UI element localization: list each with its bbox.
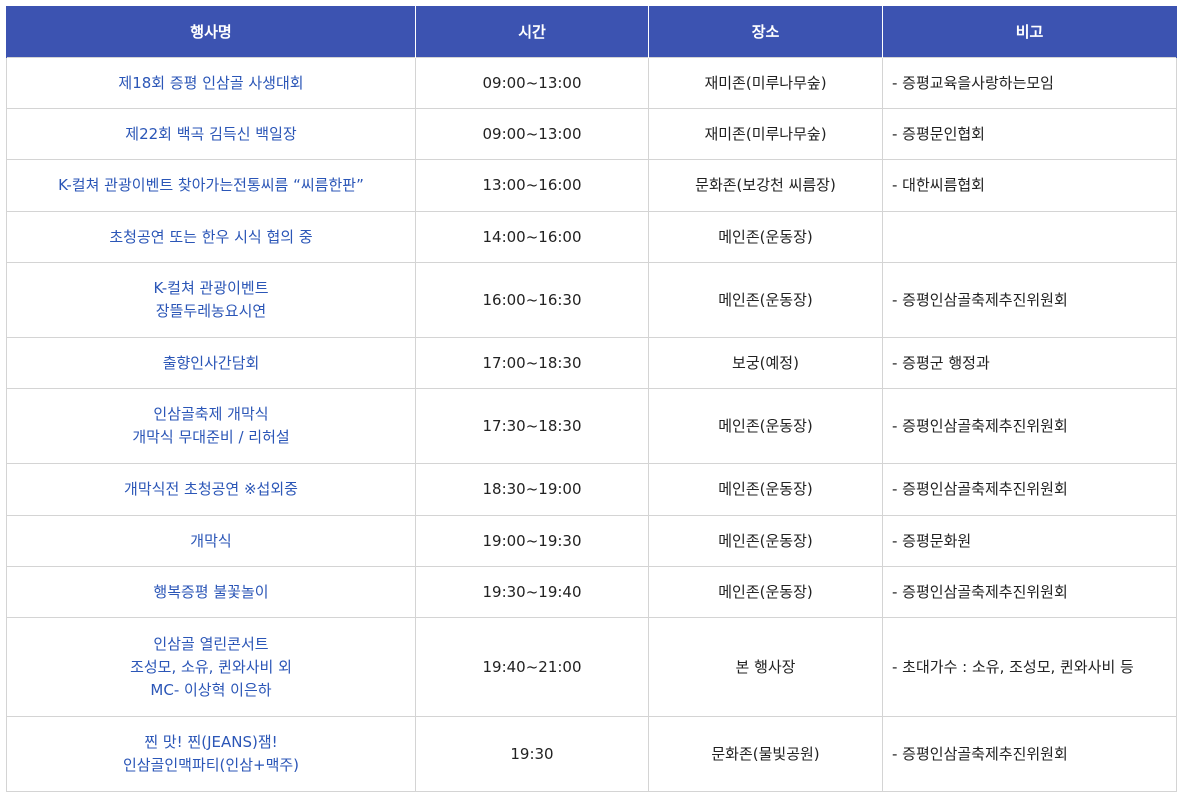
time-cell: 18:30~19:00 — [415, 463, 649, 516]
note-cell: - 증평문인협회 — [882, 108, 1177, 160]
event-name-line: 인삼골 열린콘서트 — [153, 634, 269, 653]
time-cell: 09:00~13:00 — [415, 57, 649, 109]
time-cell: 13:00~16:00 — [415, 159, 649, 212]
event-name-cell: K-컬쳐 관광이벤트 찾아가는전통씨름 “씨름한판” — [6, 159, 416, 212]
event-name-line: 제22회 백곡 김득신 백일장 — [125, 124, 297, 143]
table-row: K-컬쳐 관광이벤트 찾아가는전통씨름 “씨름한판” 13:00~16:00 문화존… — [6, 159, 1177, 212]
event-name-line: K-컬쳐 관광이벤트 — [153, 279, 269, 297]
time-cell: 19:40~21:00 — [415, 617, 649, 717]
place-cell: 메인존(운동장) — [648, 566, 883, 618]
event-name-cell: K-컬쳐 관광이벤트장뜰두레농요시연 — [6, 262, 416, 338]
event-name-line: 개막식 — [190, 531, 232, 550]
place-cell: 문화존(물빛공원) — [648, 716, 883, 792]
note-cell: - 증평교육을사랑하는모임 — [882, 57, 1177, 109]
event-name-line: 인삼골인맥파티(인삼+맥주) — [122, 756, 300, 774]
place-cell: 메인존(운동장) — [648, 211, 883, 263]
header-time: 시간 — [415, 6, 649, 58]
event-name-line: 찐 맛! 찐(JEANS)잼! — [144, 733, 278, 751]
table-row: 인삼골축제 개막식 개막식 무대준비 / 리허설 17:30~18:30 메인존(운동… — [6, 388, 1177, 464]
table-row: 개막식전 초청공연 ※섭외중 18:30~19:00 메인존(운동장) - 증평인삼골… — [6, 463, 1177, 516]
header-note: 비고 — [882, 6, 1177, 58]
event-name-cell: 행복증평 불꽃놀이 — [6, 566, 416, 618]
event-name-line: 조성모, 소유, 퀸와사비 외 — [130, 657, 292, 676]
table-row: 인삼골 열린콘서트조성모, 소유, 퀸와사비 외 MC- 이상혁 이은하 19:40… — [6, 617, 1177, 717]
time-cell: 09:00~13:00 — [415, 108, 649, 160]
event-name-cell: 개막식전 초청공연 ※섭외중 — [6, 463, 416, 516]
time-cell: 17:30~18:30 — [415, 388, 649, 464]
event-name-cell: 인삼골 열린콘서트조성모, 소유, 퀸와사비 외 MC- 이상혁 이은하 — [6, 617, 416, 717]
time-cell: 19:00~19:30 — [415, 515, 649, 567]
event-name-line: 출향인사간담회 — [162, 353, 260, 372]
table-row: 초청공연 또는 한우 시식 협의 중 14:00~16:00 메인존(운동장) — [6, 211, 1177, 263]
event-name-cell: 인삼골축제 개막식개막식 무대준비 / 리허설 — [6, 388, 416, 464]
time-cell: 17:00~18:30 — [415, 337, 649, 389]
note-cell — [882, 211, 1177, 263]
note-cell: - 초대가수 : 소유, 조성모, 퀸와사비 등 — [882, 617, 1177, 717]
table-body: 제18회 증평 인삼골 사생대회 09:00~13:00 재미존(미루나무숲) - 증… — [6, 57, 1177, 792]
table-row: K-컬쳐 관광이벤트 장뜰두레농요시연 16:00~16:30 메인존(운동장) - 증… — [6, 262, 1177, 338]
time-cell: 19:30~19:40 — [415, 566, 649, 618]
event-name-line: 제18회 증평 인삼골 사생대회 — [118, 73, 304, 92]
note-cell: - 증평인삼골축제추진위원회 — [882, 262, 1177, 338]
place-cell: 메인존(운동장) — [648, 463, 883, 516]
event-name-cell: 찐 맛! 찐(JEANS)잼! 인삼골인맥파티(인삼+맥주) — [6, 716, 416, 792]
event-name-line: 행복증평 불꽃놀이 — [153, 582, 269, 601]
schedule-table-container: 행사명 시간 장소 비고 제18회 증평 인삼골 사생대회 09:00~13:00… — [6, 6, 1177, 792]
event-name-line: MC- 이상혁 이은하 — [150, 680, 272, 699]
time-cell: 14:00~16:00 — [415, 211, 649, 263]
event-name-cell: 개막식 — [6, 515, 416, 567]
place-cell: 메인존(운동장) — [648, 262, 883, 338]
note-cell: - 증평인삼골축제추진위원회 — [882, 463, 1177, 516]
event-name-cell: 초청공연 또는 한우 시식 협의 중 — [6, 211, 416, 263]
note-cell: - 증평인삼골축제추진위원회 — [882, 388, 1177, 464]
table-row: 개막식 19:00~19:30 메인존(운동장) - 증평문화원 — [6, 515, 1177, 567]
time-cell: 19:30 — [415, 716, 649, 792]
place-cell: 메인존(운동장) — [648, 388, 883, 464]
header-place: 장소 — [648, 6, 883, 58]
place-cell: 메인존(운동장) — [648, 515, 883, 567]
event-name-cell: 제18회 증평 인삼골 사생대회 — [6, 57, 416, 109]
place-cell: 재미존(미루나무숲) — [648, 108, 883, 160]
table-row: 찐 맛! 찐(JEANS)잼! 인삼골인맥파티(인삼+맥주) 19:30 문화존(물빛… — [6, 716, 1177, 792]
place-cell: 보궁(예정) — [648, 337, 883, 389]
table-header: 행사명 시간 장소 비고 — [6, 6, 1177, 58]
event-name-cell: 제22회 백곡 김득신 백일장 — [6, 108, 416, 160]
place-cell: 본 행사장 — [648, 617, 883, 717]
note-cell: - 증평군 행정과 — [882, 337, 1177, 389]
table-row: 제22회 백곡 김득신 백일장 09:00~13:00 재미존(미루나무숲) - 증평… — [6, 108, 1177, 160]
event-name-line: 초청공연 또는 한우 시식 협의 중 — [109, 227, 313, 246]
table-row: 제18회 증평 인삼골 사생대회 09:00~13:00 재미존(미루나무숲) - 증… — [6, 57, 1177, 109]
table-row: 출향인사간담회 17:00~18:30 보궁(예정) - 증평군 행정과 — [6, 337, 1177, 389]
event-name-line: 인삼골축제 개막식 — [153, 405, 269, 423]
event-name-line: 개막식 무대준비 / 리허설 — [132, 428, 290, 446]
note-cell: - 증평문화원 — [882, 515, 1177, 567]
event-name-line: 개막식전 초청공연 ※섭외중 — [124, 480, 298, 498]
header-event-name: 행사명 — [6, 6, 416, 58]
event-name-line: 장뜰두레농요시연 — [155, 302, 267, 320]
place-cell: 재미존(미루나무숲) — [648, 57, 883, 109]
note-cell: - 증평인삼골축제추진위원회 — [882, 716, 1177, 792]
place-cell: 문화존(보강천 씨름장) — [648, 159, 883, 212]
header-row: 행사명 시간 장소 비고 — [6, 6, 1177, 58]
note-cell: - 대한씨름협회 — [882, 159, 1177, 212]
event-schedule-table: 행사명 시간 장소 비고 제18회 증평 인삼골 사생대회 09:00~13:00… — [6, 6, 1177, 792]
event-name-line: K-컬쳐 관광이벤트 찾아가는전통씨름 “씨름한판” — [58, 176, 364, 194]
time-cell: 16:00~16:30 — [415, 262, 649, 338]
table-row: 행복증평 불꽃놀이 19:30~19:40 메인존(운동장) - 증평인삼골축제추진위… — [6, 566, 1177, 618]
note-cell: - 증평인삼골축제추진위원회 — [882, 566, 1177, 618]
event-name-cell: 출향인사간담회 — [6, 337, 416, 389]
